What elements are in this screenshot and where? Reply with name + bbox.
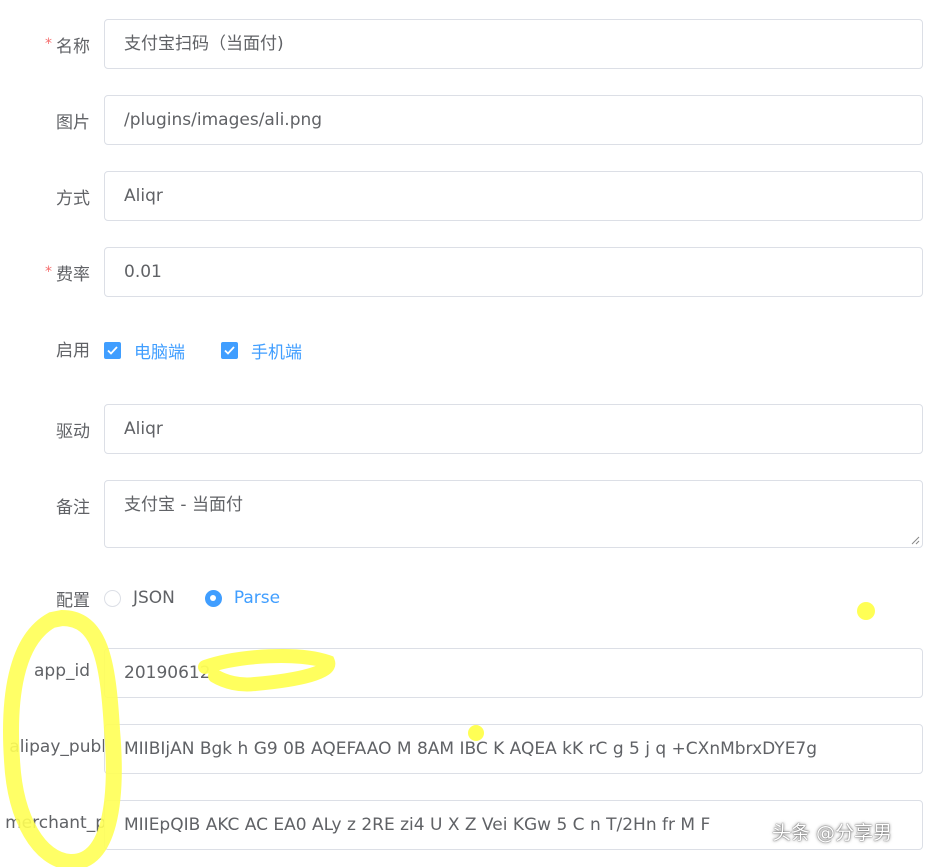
rate-input[interactable]: 0.01: [104, 247, 923, 297]
image-input[interactable]: /plugins/images/ali.png: [104, 95, 923, 145]
form-row-config: 配置 JSON Parse: [0, 573, 940, 623]
required-asterisk: *: [45, 36, 52, 52]
remark-text: 支付宝 - 当面付: [124, 495, 243, 515]
merchant-private-label: merchant_p: [5, 813, 106, 833]
app-id-label: app_id: [33, 661, 90, 681]
name-label-text: 名称: [56, 37, 90, 57]
check-icon[interactable]: [104, 342, 121, 359]
radio-json[interactable]: JSON: [104, 588, 175, 608]
form-row-rate: * 费率 0.01: [0, 247, 940, 297]
name-label: * 名称: [45, 32, 90, 57]
radio-circle-icon[interactable]: [104, 589, 121, 607]
check-icon[interactable]: [221, 342, 238, 359]
radio-parse[interactable]: Parse: [204, 588, 281, 608]
app-id-input[interactable]: 20190612: [104, 648, 923, 698]
config-radio-group: JSON Parse: [104, 588, 310, 608]
config-label: 配置: [56, 591, 90, 611]
form-row-driver: 驱动 Aliqr: [0, 404, 940, 454]
driver-input[interactable]: Aliqr: [104, 404, 923, 454]
checkbox-desktop[interactable]: 电脑端: [104, 338, 185, 363]
form-row-alipay-public: alipay_publ MIIBIjAN Bgk h G9 0B AQEFAAO…: [0, 724, 940, 774]
method-input[interactable]: Aliqr: [104, 171, 923, 221]
form-row-image: 图片 /plugins/images/ali.png: [0, 95, 940, 145]
checkbox-mobile[interactable]: 手机端: [221, 338, 302, 363]
form-row-name: * 名称 支付宝扫码（当面付): [0, 19, 940, 69]
remark-label: 备注: [56, 498, 90, 518]
remark-textarea[interactable]: 支付宝 - 当面付: [104, 480, 923, 548]
form-row-app-id: app_id 20190612: [0, 648, 940, 698]
rate-label: * 费率: [45, 260, 90, 285]
resize-handle-icon[interactable]: [910, 535, 920, 545]
form-row-remark: 备注 支付宝 - 当面付: [0, 480, 940, 548]
name-input[interactable]: 支付宝扫码（当面付): [104, 19, 923, 69]
checkbox-mobile-label: 手机端: [251, 343, 302, 363]
radio-parse-label: Parse: [233, 588, 281, 608]
watermark: 头条 @分享男: [772, 822, 893, 844]
required-asterisk: *: [45, 264, 52, 280]
driver-label: 驱动: [56, 422, 90, 442]
alipay-public-label: alipay_publ: [9, 737, 106, 757]
enable-checkbox-group: 电脑端 手机端: [104, 338, 338, 363]
image-label: 图片: [56, 113, 90, 133]
checkbox-desktop-label: 电脑端: [134, 343, 185, 363]
rate-label-text: 费率: [56, 265, 90, 285]
radio-circle-selected-icon[interactable]: [204, 589, 222, 607]
enable-label: 启用: [56, 341, 90, 361]
method-label: 方式: [56, 189, 90, 209]
radio-json-label: JSON: [133, 588, 175, 608]
alipay-public-input[interactable]: MIIBIjAN Bgk h G9 0B AQEFAAO M 8AM IBC K…: [104, 724, 923, 774]
form-row-enable: 启用 电脑端 手机端: [0, 323, 940, 373]
form-row-method: 方式 Aliqr: [0, 171, 940, 221]
